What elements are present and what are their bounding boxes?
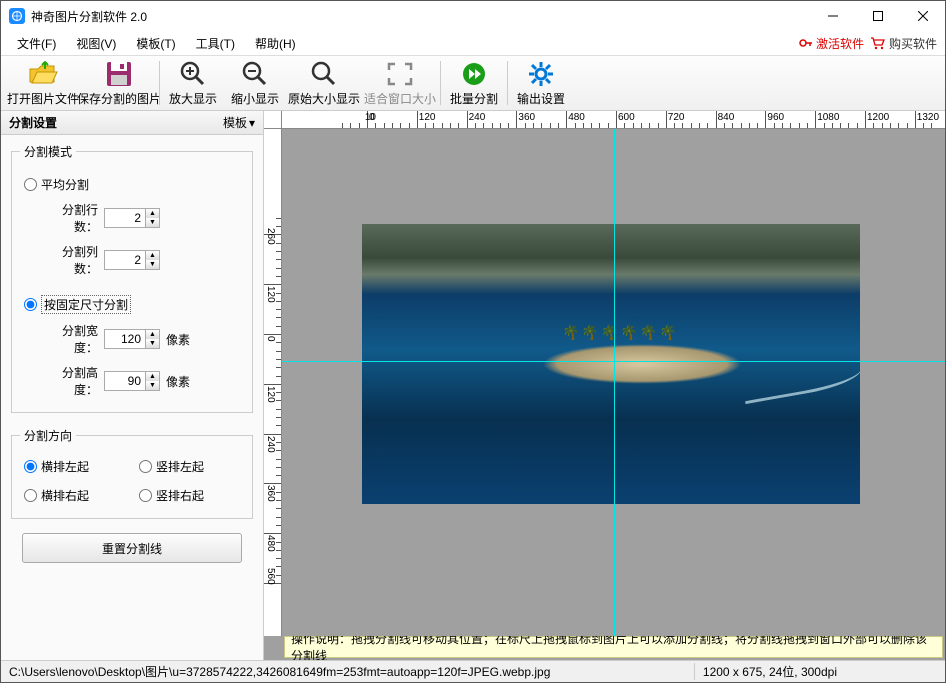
cols-label: 分割列数：: [42, 243, 98, 277]
zoom-actual-icon: [311, 60, 337, 88]
canvas-stage[interactable]: [282, 129, 945, 636]
window-controls: [810, 1, 945, 31]
split-direction-group: 分割方向 横排左起 竖排左起 横排右起 竖排右起: [11, 427, 253, 519]
menu-file[interactable]: 文件(F): [9, 33, 64, 54]
zoom-out-icon: [242, 60, 268, 88]
gear-icon: [528, 60, 554, 88]
down-arrow-icon[interactable]: ▼: [146, 381, 159, 390]
status-info: 1200 x 675, 24位, 300dpi: [694, 663, 937, 680]
menu-help[interactable]: 帮助(H): [247, 33, 304, 54]
sidebar: 分割设置 模板▾ 分割模式 平均分割 分割行数： ▲▼ 分割列数： ▲▼ 按固定…: [1, 111, 264, 660]
height-spinner[interactable]: ▲▼: [104, 371, 160, 391]
split-line-vertical[interactable]: [614, 129, 615, 636]
cart-icon: [870, 36, 886, 50]
rows-label: 分割行数：: [42, 201, 98, 235]
menu-tools[interactable]: 工具(T): [188, 33, 243, 54]
output-settings-button[interactable]: 输出设置: [510, 57, 572, 109]
folder-open-icon: [28, 60, 58, 88]
width-spinner[interactable]: ▲▼: [104, 329, 160, 349]
batch-button[interactable]: 批量分割: [443, 57, 505, 109]
activate-link[interactable]: 激活软件: [799, 35, 864, 52]
up-arrow-icon[interactable]: ▲: [146, 251, 159, 260]
width-label: 分割宽度：: [42, 322, 98, 356]
ruler-horizontal[interactable]: 100120240360480600720840960108012001320: [282, 111, 945, 129]
statusbar: C:\Users\lenovo\Desktop\图片\u=3728574222,…: [1, 660, 945, 682]
menubar: 文件(F) 视图(V) 模板(T) 工具(T) 帮助(H) 激活软件 购买软件: [1, 31, 945, 55]
up-arrow-icon[interactable]: ▲: [146, 372, 159, 381]
titlebar: 神奇图片分割软件 2.0: [1, 1, 945, 31]
app-icon: [9, 8, 25, 24]
separator: [159, 61, 160, 105]
minimize-button[interactable]: [810, 1, 855, 31]
status-path: C:\Users\lenovo\Desktop\图片\u=3728574222,…: [9, 663, 550, 680]
up-arrow-icon[interactable]: ▲: [146, 330, 159, 339]
zoom-in-icon: [180, 60, 206, 88]
save-icon: [106, 60, 132, 88]
radio-average-split[interactable]: 平均分割: [24, 176, 244, 193]
zoom-in-button[interactable]: 放大显示: [162, 57, 224, 109]
down-arrow-icon[interactable]: ▼: [146, 260, 159, 269]
toolbar: 打开图片文件 保存分割的图片 放大显示 缩小显示 原始大小显示 适合窗口大小 批…: [1, 55, 945, 111]
chevron-down-icon: ▾: [249, 116, 255, 130]
down-arrow-icon[interactable]: ▼: [146, 339, 159, 348]
panel-body: 分割模式 平均分割 分割行数： ▲▼ 分割列数： ▲▼ 按固定尺寸分割 分割宽度…: [1, 135, 263, 660]
radio-horizontal-left[interactable]: 横排左起: [24, 458, 129, 475]
split-direction-legend: 分割方向: [20, 427, 76, 444]
up-arrow-icon[interactable]: ▲: [146, 209, 159, 218]
key-icon: [799, 36, 813, 50]
maximize-button[interactable]: [855, 1, 900, 31]
template-dropdown[interactable]: 模板▾: [223, 114, 255, 131]
radio-fixed-split[interactable]: 按固定尺寸分割: [24, 295, 244, 314]
menu-template[interactable]: 模板(T): [128, 33, 183, 54]
height-label: 分割高度：: [42, 364, 98, 398]
fit-window-icon: [387, 60, 413, 88]
image-preview[interactable]: [362, 224, 860, 504]
down-arrow-icon[interactable]: ▼: [146, 218, 159, 227]
ruler-vertical[interactable]: 2601200120240360480560: [264, 129, 282, 636]
reset-button[interactable]: 重置分割线: [22, 533, 242, 563]
split-line-horizontal[interactable]: [282, 361, 945, 362]
ruler-corner: [264, 111, 282, 129]
pixel-unit: 像素: [166, 331, 190, 348]
hint-bar: 操作说明：拖拽分割线可移动其位置；在标尺上拖拽鼠标到图片上可以添加分割线；将分割…: [284, 636, 943, 658]
radio-vertical-right[interactable]: 竖排右起: [139, 487, 244, 504]
window-title: 神奇图片分割软件 2.0: [31, 8, 810, 25]
radio-vertical-left[interactable]: 竖排左起: [139, 458, 244, 475]
buy-link[interactable]: 购买软件: [870, 35, 937, 52]
menu-view[interactable]: 视图(V): [68, 33, 124, 54]
batch-icon: [461, 60, 487, 88]
radio-horizontal-right[interactable]: 横排右起: [24, 487, 129, 504]
zoom-fit-button[interactable]: 适合窗口大小: [362, 57, 438, 109]
separator: [440, 61, 441, 105]
zoom-out-button[interactable]: 缩小显示: [224, 57, 286, 109]
open-button[interactable]: 打开图片文件: [5, 57, 81, 109]
cols-spinner[interactable]: ▲▼: [104, 250, 160, 270]
trees-graphic: [562, 324, 722, 354]
main-area: 分割设置 模板▾ 分割模式 平均分割 分割行数： ▲▼ 分割列数： ▲▼ 按固定…: [1, 111, 945, 660]
canvas-area: 100120240360480600720840960108012001320 …: [264, 111, 945, 660]
zoom-actual-button[interactable]: 原始大小显示: [286, 57, 362, 109]
split-mode-group: 分割模式 平均分割 分割行数： ▲▼ 分割列数： ▲▼ 按固定尺寸分割 分割宽度…: [11, 143, 253, 413]
split-mode-legend: 分割模式: [20, 143, 76, 160]
panel-header: 分割设置 模板▾: [1, 111, 263, 135]
pixel-unit: 像素: [166, 373, 190, 390]
save-button[interactable]: 保存分割的图片: [81, 57, 157, 109]
panel-title: 分割设置: [9, 114, 57, 131]
close-button[interactable]: [900, 1, 945, 31]
rows-spinner[interactable]: ▲▼: [104, 208, 160, 228]
separator: [507, 61, 508, 105]
